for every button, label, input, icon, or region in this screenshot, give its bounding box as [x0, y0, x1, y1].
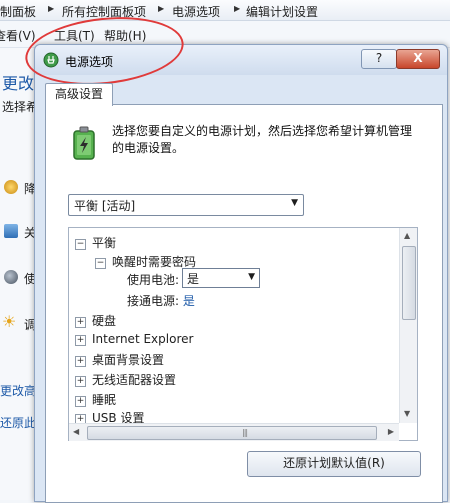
- breadcrumb-all-items[interactable]: 所有控制面板项: [62, 3, 146, 20]
- tree-node-desktop-background[interactable]: + 桌面背景设置: [75, 351, 164, 368]
- breadcrumb-power-options[interactable]: 电源选项: [172, 3, 220, 20]
- settings-tree: − 平衡 − 唤醒时需要密码 使用电池: 是 ▼ 接通电源: 是 + 硬盘 + Inte…: [68, 227, 418, 441]
- menu-help[interactable]: 帮助(H): [104, 27, 146, 44]
- tree-node-sleep[interactable]: + 睡眠: [75, 391, 116, 408]
- globe-icon: [4, 270, 18, 284]
- chevron-down-icon: ▼: [291, 198, 298, 208]
- expand-icon[interactable]: +: [75, 317, 86, 328]
- expand-icon[interactable]: +: [75, 396, 86, 407]
- help-button[interactable]: ?: [361, 49, 397, 69]
- tree-node-wake-password[interactable]: − 唤醒时需要密码: [95, 253, 196, 270]
- restore-defaults-button[interactable]: 还原计划默认值(R): [247, 451, 421, 477]
- expand-icon[interactable]: +: [75, 356, 86, 367]
- vertical-scrollbar[interactable]: ▲ ▼: [399, 228, 417, 423]
- expand-icon[interactable]: +: [75, 335, 86, 346]
- battery-icon: [73, 126, 95, 160]
- moon-icon: [4, 180, 18, 194]
- dialog-titlebar[interactable]: 电源选项 ? X: [35, 45, 447, 75]
- collapse-icon[interactable]: −: [75, 239, 86, 250]
- description-text: 选择您要自定义的电源计划，然后选择您希望计算机管理的电源设置。: [112, 124, 413, 155]
- on-battery-dropdown[interactable]: 是 ▼: [182, 268, 260, 288]
- power-plug-icon: [43, 52, 59, 68]
- plugged-in-value[interactable]: 是: [183, 294, 195, 308]
- sun-icon: ☀: [2, 312, 17, 331]
- chevron-down-icon: ▼: [248, 272, 255, 282]
- horizontal-scrollbar[interactable]: ◀ ||| ▶: [69, 423, 399, 441]
- collapse-icon[interactable]: −: [95, 258, 106, 269]
- vertical-scroll-thumb[interactable]: [402, 246, 416, 320]
- horizontal-scroll-thumb[interactable]: |||: [87, 426, 377, 440]
- advanced-settings-panel: 选择您要自定义的电源计划，然后选择您希望计算机管理的电源设置。 平衡 [活动] …: [45, 104, 443, 503]
- menu-view[interactable]: 查看(V): [0, 27, 36, 44]
- grip-icon: |||: [242, 428, 248, 437]
- scroll-left-icon[interactable]: ◀: [73, 427, 79, 436]
- scroll-right-icon[interactable]: ▶: [388, 427, 394, 436]
- dialog-title: 电源选项: [65, 55, 114, 69]
- close-button[interactable]: X: [396, 49, 440, 69]
- tab-advanced-settings[interactable]: 高级设置: [45, 83, 113, 106]
- monitor-icon: [4, 224, 18, 238]
- plan-dropdown[interactable]: 平衡 [活动] ▼: [68, 194, 304, 216]
- on-battery-value: 是: [187, 272, 200, 286]
- scroll-up-icon[interactable]: ▲: [404, 231, 410, 240]
- plan-dropdown-value: 平衡 [活动]: [74, 199, 136, 213]
- on-battery-label: 使用电池:: [127, 273, 180, 287]
- address-breadcrumb: 制面板 ▶ 所有控制面板项 ▶ 电源选项 ▶ 编辑计划设置: [0, 0, 450, 21]
- power-options-dialog: 电源选项 ? X 高级设置 选择您要自定义的电源计划，然后选择您希望计算机管理的…: [34, 44, 448, 503]
- menu-tools[interactable]: 工具(T): [54, 27, 95, 44]
- breadcrumb-separator-icon[interactable]: ▶: [158, 4, 164, 13]
- breadcrumb-control-panel[interactable]: 制面板: [0, 3, 36, 20]
- plugged-in-row[interactable]: 接通电源: 是: [127, 292, 195, 309]
- tree-node-hard-disk[interactable]: + 硬盘: [75, 312, 116, 329]
- breadcrumb-separator-icon[interactable]: ▶: [234, 4, 240, 13]
- breadcrumb-edit-plan[interactable]: 编辑计划设置: [246, 3, 318, 20]
- breadcrumb-separator-icon[interactable]: ▶: [48, 4, 54, 13]
- scroll-down-icon[interactable]: ▼: [404, 409, 410, 418]
- tree-node-balanced[interactable]: − 平衡: [75, 234, 116, 251]
- expand-icon[interactable]: +: [75, 376, 86, 387]
- tree-node-wireless-adapter[interactable]: + 无线适配器设置: [75, 371, 176, 388]
- tree-node-internet-explorer[interactable]: + Internet Explorer: [75, 332, 193, 346]
